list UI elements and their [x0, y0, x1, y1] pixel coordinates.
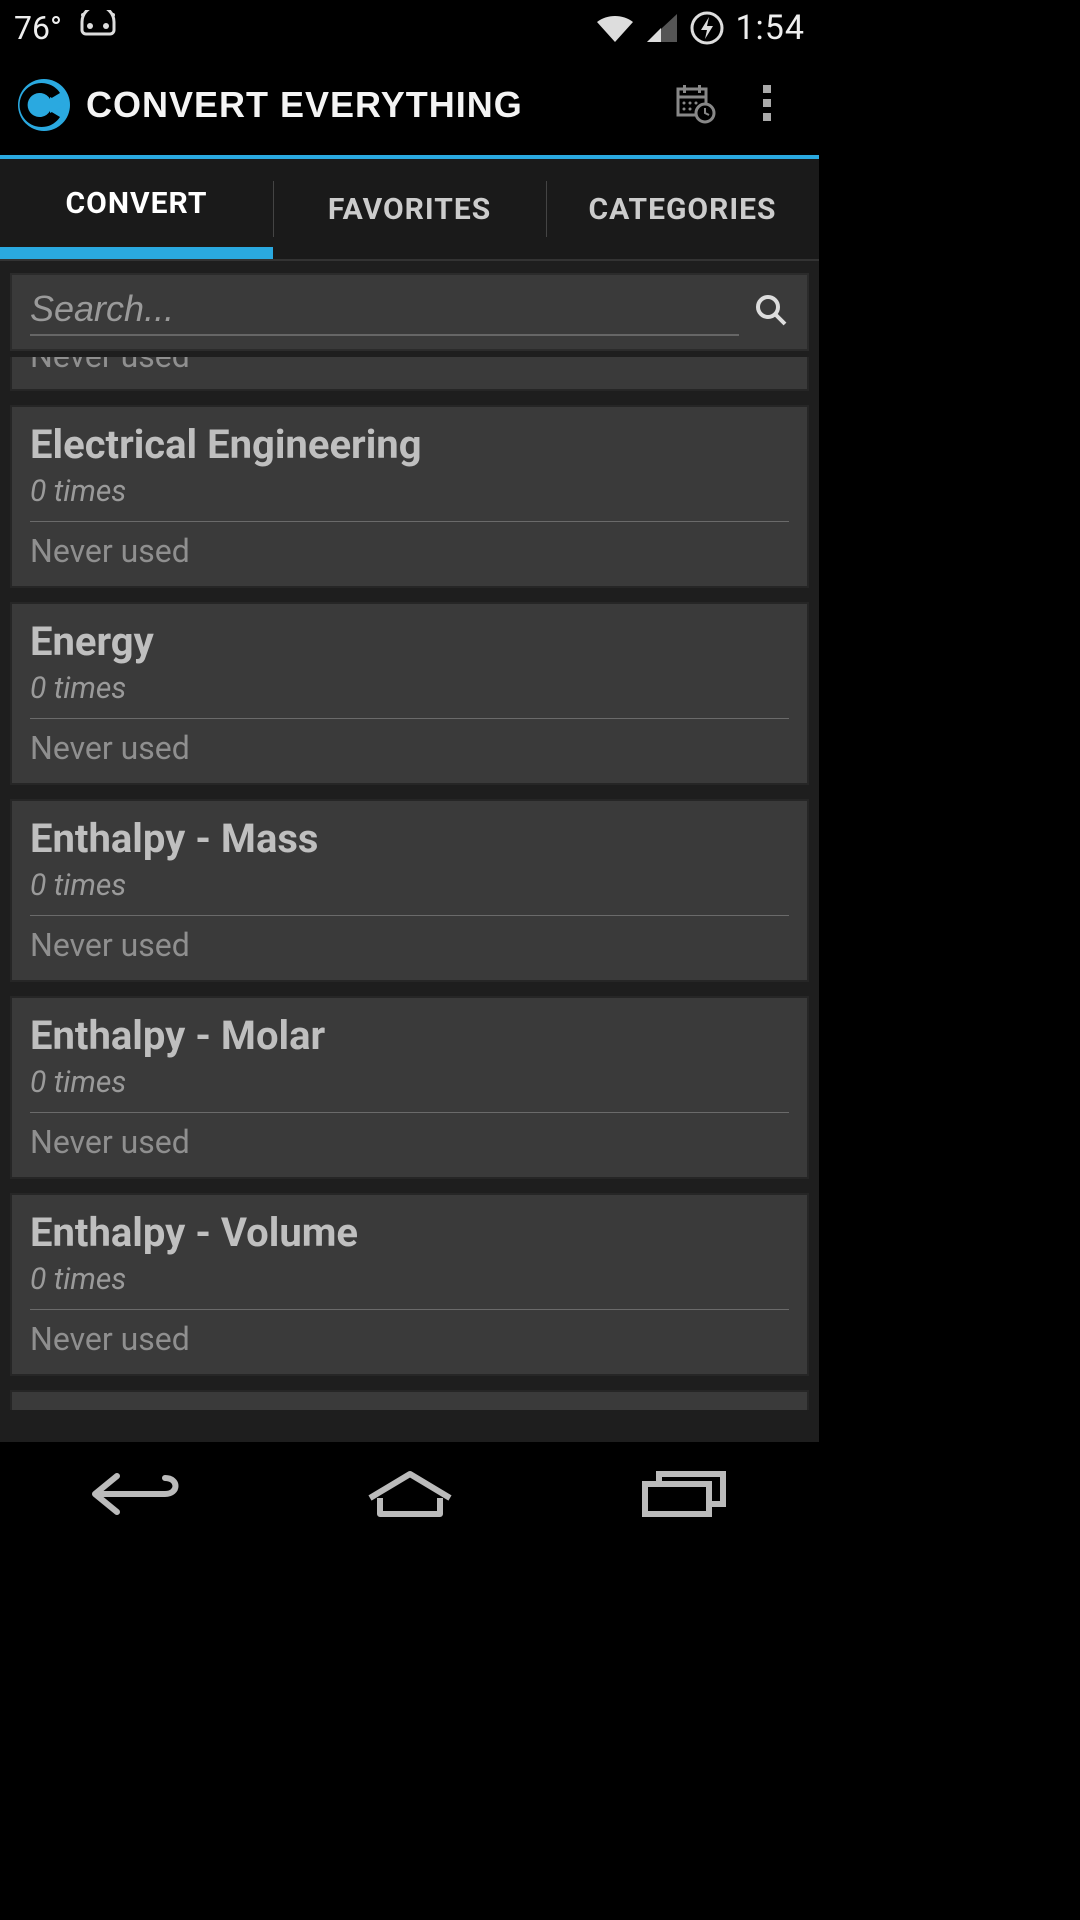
- tab-label: CONVERT: [66, 186, 208, 221]
- status-temperature: 76°: [14, 9, 62, 47]
- last-used-label: Never used: [30, 1123, 789, 1161]
- status-clock: 1:54: [735, 8, 805, 48]
- status-right: 1:54: [595, 8, 805, 48]
- nav-back-button[interactable]: [77, 1468, 197, 1524]
- calendar-clock-icon: [673, 81, 717, 129]
- app-logo-icon: [16, 77, 72, 133]
- tab-categories[interactable]: CATEGORIES: [546, 159, 819, 259]
- list-item-times: 0 times: [30, 868, 789, 916]
- last-used-label: Never used: [30, 926, 789, 964]
- list-item-title: Energy: [30, 618, 789, 665]
- status-left: 76°: [14, 9, 120, 47]
- app-title: CONVERT EVERYTHING: [86, 84, 659, 126]
- list-item-title: Enthalpy - Volume: [30, 1209, 789, 1256]
- list-item[interactable]: Enthalpy - Volume 0 times Never used: [10, 1193, 809, 1376]
- list-item[interactable]: Electrical Engineering 0 times Never use…: [10, 405, 809, 588]
- list-item-title: Electrical Engineering: [30, 421, 789, 468]
- list-item[interactable]: Enthalpy - Molar 0 times Never used: [10, 996, 809, 1179]
- list-item-title: Enthalpy - Molar: [30, 1012, 789, 1059]
- search-box[interactable]: [10, 273, 809, 351]
- tab-convert[interactable]: CONVERT: [0, 159, 273, 259]
- home-icon: [362, 1468, 458, 1524]
- list-item-times: 0 times: [30, 474, 789, 522]
- power-icon: [689, 10, 725, 46]
- system-nav-bar: [0, 1442, 819, 1550]
- overflow-menu-button[interactable]: [731, 69, 803, 141]
- status-bar: 76°: [0, 0, 819, 55]
- list-item-times: 0 times: [30, 1262, 789, 1310]
- list-item[interactable]: Energy 0 times Never used: [10, 602, 809, 785]
- category-list[interactable]: Never used Electrical Engineering 0 time…: [0, 357, 819, 1442]
- calendar-clock-button[interactable]: [659, 69, 731, 141]
- cyanogenmod-icon: [76, 10, 120, 46]
- tab-label: CATEGORIES: [589, 192, 777, 227]
- list-item-cut-bottom[interactable]: [10, 1390, 809, 1410]
- search-input[interactable]: [30, 288, 739, 336]
- recent-apps-icon: [635, 1468, 731, 1524]
- list-item[interactable]: Enthalpy - Mass 0 times Never used: [10, 799, 809, 982]
- list-item-times: 0 times: [30, 1065, 789, 1113]
- list-item-cut-top[interactable]: Never used: [10, 357, 809, 391]
- tab-bar: CONVERT FAVORITES CATEGORIES: [0, 159, 819, 259]
- more-vert-icon: [762, 83, 772, 127]
- last-used-label: Never used: [30, 1320, 789, 1358]
- wifi-icon: [595, 12, 635, 44]
- search-icon: [753, 292, 789, 332]
- tab-favorites[interactable]: FAVORITES: [273, 159, 546, 259]
- app-header: CONVERT EVERYTHING: [0, 55, 819, 159]
- signal-icon: [645, 12, 679, 44]
- back-icon: [87, 1468, 187, 1524]
- last-used-label: Never used: [30, 729, 789, 767]
- nav-recent-button[interactable]: [623, 1468, 743, 1524]
- list-item-title: Enthalpy - Mass: [30, 815, 789, 862]
- last-used-label: Never used: [30, 532, 789, 570]
- tab-label: FAVORITES: [328, 192, 491, 227]
- search-container: [0, 261, 819, 357]
- list-item-times: 0 times: [30, 671, 789, 719]
- last-used-label: Never used: [30, 357, 190, 375]
- nav-home-button[interactable]: [350, 1468, 470, 1524]
